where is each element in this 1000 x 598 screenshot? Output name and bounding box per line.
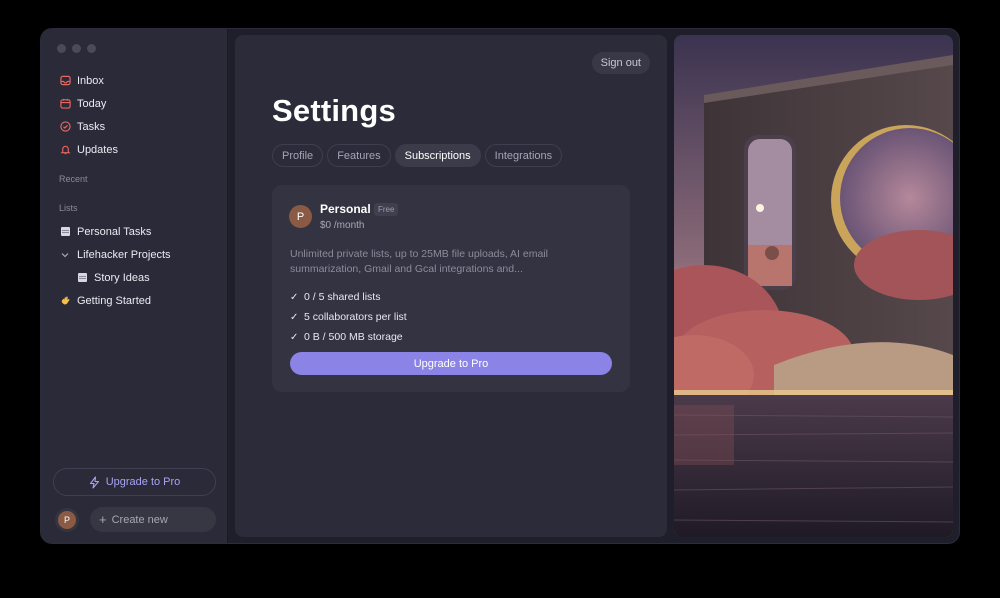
lists-tree: Personal Tasks Lifehacker Projects Story… bbox=[53, 220, 218, 312]
nav-item-updates[interactable]: Updates bbox=[53, 138, 218, 161]
chevron-down-icon[interactable] bbox=[59, 249, 71, 261]
nav-item-label: Updates bbox=[77, 143, 118, 156]
plan-name: Personal bbox=[320, 202, 371, 216]
feature-label: 0 / 5 shared lists bbox=[304, 291, 381, 303]
check-icon: ✓ bbox=[290, 331, 299, 343]
nav-item-inbox[interactable]: Inbox bbox=[53, 69, 218, 92]
maximize-window-button[interactable] bbox=[87, 44, 96, 53]
create-new-button[interactable]: + Create new bbox=[90, 507, 216, 532]
tab-integrations[interactable]: Integrations bbox=[484, 144, 563, 167]
bell-icon bbox=[59, 144, 71, 156]
plan-features: ✓ 0 / 5 shared lists ✓ 5 collaborators p… bbox=[290, 287, 407, 347]
app-window: Inbox Today Tasks Updates Recent Lists P… bbox=[40, 28, 960, 544]
plus-icon: + bbox=[99, 512, 107, 527]
plan-badge: Free bbox=[374, 203, 399, 216]
feature-label: 0 B / 500 MB storage bbox=[304, 331, 403, 343]
list-item-getting-started[interactable]: Getting Started bbox=[53, 289, 218, 312]
list-item-label: Story Ideas bbox=[94, 271, 150, 284]
check-icon: ✓ bbox=[290, 311, 299, 323]
lightning-icon bbox=[89, 475, 99, 489]
document-icon bbox=[76, 272, 88, 284]
sidebar-upgrade-button[interactable]: Upgrade to Pro bbox=[53, 468, 216, 496]
wave-hand-icon bbox=[59, 295, 71, 307]
feature-item: ✓ 5 collaborators per list bbox=[290, 307, 407, 327]
plan-avatar: P bbox=[289, 205, 312, 228]
document-icon bbox=[59, 226, 71, 238]
list-item-label: Lifehacker Projects bbox=[77, 248, 171, 261]
sign-out-button[interactable]: Sign out bbox=[591, 52, 650, 74]
plan-card: P Personal Free $0 /month Unlimited priv… bbox=[272, 185, 630, 392]
feature-item: ✓ 0 B / 500 MB storage bbox=[290, 327, 407, 347]
list-item-label: Personal Tasks bbox=[77, 225, 152, 238]
main-nav: Inbox Today Tasks Updates bbox=[53, 69, 218, 161]
inbox-icon bbox=[59, 75, 71, 87]
nav-item-label: Tasks bbox=[77, 120, 106, 133]
tab-subscriptions[interactable]: Subscriptions bbox=[394, 144, 481, 167]
decorative-scene-image bbox=[674, 35, 953, 537]
upgrade-label: Upgrade to Pro bbox=[105, 476, 181, 488]
nav-item-label: Today bbox=[77, 97, 107, 110]
feature-label: 5 collaborators per list bbox=[304, 311, 407, 323]
sidebar: Inbox Today Tasks Updates Recent Lists P… bbox=[41, 29, 228, 543]
avatar[interactable]: P bbox=[58, 511, 76, 529]
check-circle-icon bbox=[59, 121, 71, 133]
settings-tabs: Profile Features Subscriptions Integrati… bbox=[272, 144, 563, 167]
tab-features[interactable]: Features bbox=[327, 144, 391, 167]
feature-item: ✓ 0 / 5 shared lists bbox=[290, 287, 407, 307]
page-title: Settings bbox=[272, 93, 396, 128]
upgrade-to-pro-button[interactable]: Upgrade to Pro bbox=[290, 352, 612, 375]
scene-illustration bbox=[674, 35, 953, 537]
nav-item-label: Inbox bbox=[77, 74, 104, 87]
tab-profile[interactable]: Profile bbox=[272, 144, 324, 167]
minimize-window-button[interactable] bbox=[72, 44, 81, 53]
list-item-label: Getting Started bbox=[77, 294, 151, 307]
window-controls bbox=[57, 44, 96, 53]
create-new-label: Create new bbox=[111, 513, 168, 526]
nav-item-tasks[interactable]: Tasks bbox=[53, 115, 218, 138]
recent-section-label: Recent bbox=[59, 174, 88, 184]
check-icon: ✓ bbox=[290, 291, 299, 303]
list-item-story-ideas[interactable]: Story Ideas bbox=[53, 266, 218, 289]
nav-item-today[interactable]: Today bbox=[53, 92, 218, 115]
settings-panel: Sign out Settings Profile Features Subsc… bbox=[235, 35, 667, 537]
plan-price: $0 /month bbox=[320, 220, 365, 231]
plan-description: Unlimited private lists, up to 25MB file… bbox=[290, 248, 548, 275]
calendar-icon bbox=[59, 98, 71, 110]
lists-section-label: Lists bbox=[59, 203, 78, 213]
list-item-lifehacker-projects[interactable]: Lifehacker Projects bbox=[53, 243, 218, 266]
list-item-personal-tasks[interactable]: Personal Tasks bbox=[53, 220, 218, 243]
close-window-button[interactable] bbox=[57, 44, 66, 53]
